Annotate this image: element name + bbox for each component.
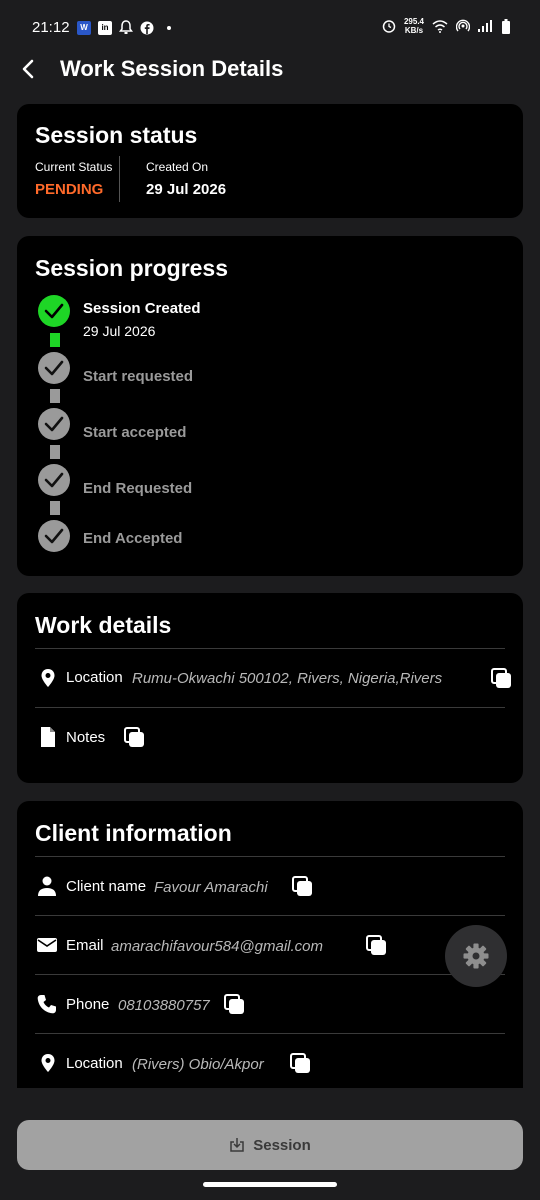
location-pin-icon bbox=[41, 1054, 55, 1072]
app-w-icon: W bbox=[77, 20, 91, 35]
bottom-background bbox=[0, 1088, 540, 1120]
alarm-icon bbox=[382, 20, 396, 33]
download-icon bbox=[230, 1138, 244, 1152]
copy-icon[interactable] bbox=[491, 668, 513, 690]
home-indicator bbox=[203, 1182, 337, 1187]
client-name-label: Client name bbox=[66, 878, 147, 895]
section-divider bbox=[35, 648, 505, 649]
work-location-row: Location Rumu-Okwachi 500102, Rivers, Ni… bbox=[35, 667, 511, 725]
wifi-icon bbox=[432, 19, 448, 33]
system-icons: 295.4 KB/s bbox=[382, 17, 510, 35]
client-location-label: Location bbox=[66, 1055, 123, 1072]
row-divider bbox=[35, 974, 505, 975]
settings-fab-button[interactable] bbox=[445, 925, 507, 987]
created-on-value: 29 Jul 2026 bbox=[146, 181, 227, 198]
hotspot-icon bbox=[456, 19, 470, 32]
work-notes-row: Notes bbox=[35, 726, 505, 784]
session-progress-card: Session progress Session Created 29 Jul … bbox=[17, 236, 523, 576]
gear-icon bbox=[463, 943, 489, 969]
step-pending-check-icon bbox=[38, 408, 70, 440]
step-date: 29 Jul 2026 bbox=[83, 323, 156, 339]
person-icon bbox=[38, 876, 56, 896]
work-details-card: Work details Location Rumu-Okwachi 50010… bbox=[17, 593, 523, 783]
step-complete-check-icon bbox=[38, 295, 70, 327]
session-status-card: Session status Current Status PENDING Cr… bbox=[17, 104, 523, 218]
session-button-label: Session bbox=[253, 1136, 311, 1154]
copy-icon[interactable] bbox=[224, 994, 246, 1016]
client-name-row: Client name Favour Amarachi bbox=[35, 875, 505, 933]
step-label: Start requested bbox=[83, 368, 194, 385]
location-pin-icon bbox=[41, 669, 55, 687]
session-button[interactable]: Session bbox=[17, 1120, 523, 1170]
step-label: Start accepted bbox=[83, 424, 187, 441]
app-header: Work Session Details bbox=[0, 50, 540, 90]
page-title: Work Session Details bbox=[60, 56, 284, 81]
work-details-title: Work details bbox=[35, 612, 172, 638]
battery-icon bbox=[502, 18, 510, 34]
row-divider bbox=[35, 707, 505, 708]
notes-label: Notes bbox=[66, 729, 106, 746]
client-email-row: Email amarachifavour584@gmail.com bbox=[35, 934, 505, 992]
notification-icons: W in bbox=[77, 20, 171, 35]
copy-icon[interactable] bbox=[124, 727, 146, 749]
client-location-value: (Rivers) Obio/Akpor bbox=[132, 1056, 264, 1073]
phone-icon bbox=[37, 995, 56, 1014]
location-label: Location bbox=[66, 669, 123, 686]
back-arrow-icon[interactable] bbox=[14, 54, 44, 84]
progress-connector bbox=[50, 501, 60, 515]
status-divider bbox=[119, 156, 120, 202]
progress-connector bbox=[50, 389, 60, 403]
copy-icon[interactable] bbox=[292, 876, 314, 898]
row-divider bbox=[35, 1033, 505, 1034]
copy-icon[interactable] bbox=[290, 1053, 312, 1075]
session-status-title: Session status bbox=[35, 122, 198, 148]
email-value: amarachifavour584@gmail.com bbox=[111, 938, 323, 955]
step-pending-check-icon bbox=[38, 520, 70, 552]
phone-label: Phone bbox=[66, 996, 110, 1013]
current-status-label: Current Status bbox=[35, 160, 113, 174]
net-speed: 295.4 KB/s bbox=[403, 17, 424, 35]
signal-icon bbox=[478, 20, 492, 32]
step-label: Session Created bbox=[83, 300, 201, 317]
bell-icon bbox=[119, 20, 133, 34]
dot-icon bbox=[167, 25, 171, 30]
facebook-icon bbox=[140, 21, 154, 34]
section-divider bbox=[35, 856, 505, 857]
step-label: End Requested bbox=[83, 480, 193, 497]
step-pending-check-icon bbox=[38, 352, 70, 384]
email-label: Email bbox=[66, 937, 104, 954]
copy-icon[interactable] bbox=[366, 935, 388, 957]
linkedin-icon: in bbox=[98, 20, 112, 35]
email-icon bbox=[37, 938, 57, 952]
step-pending-check-icon bbox=[38, 464, 70, 496]
client-info-title: Client information bbox=[35, 820, 232, 846]
progress-connector bbox=[50, 445, 60, 459]
progress-connector bbox=[50, 333, 60, 347]
step-label: End Accepted bbox=[83, 530, 183, 547]
created-on-label: Created On bbox=[146, 160, 209, 174]
session-progress-title: Session progress bbox=[35, 255, 229, 281]
client-name-value: Favour Amarachi bbox=[154, 879, 268, 896]
row-divider bbox=[35, 915, 505, 916]
current-status-value: PENDING bbox=[35, 181, 104, 198]
client-phone-row: Phone 08103880757 bbox=[35, 993, 505, 1051]
phone-value: 08103880757 bbox=[118, 997, 210, 1014]
document-icon bbox=[41, 727, 55, 747]
status-time: 21:12 bbox=[32, 19, 70, 36]
status-bar: 21:12 W in 295.4 KB/s bbox=[0, 0, 540, 56]
location-value: Rumu-Okwachi 500102, Rivers, Nigeria,Riv… bbox=[132, 670, 443, 687]
